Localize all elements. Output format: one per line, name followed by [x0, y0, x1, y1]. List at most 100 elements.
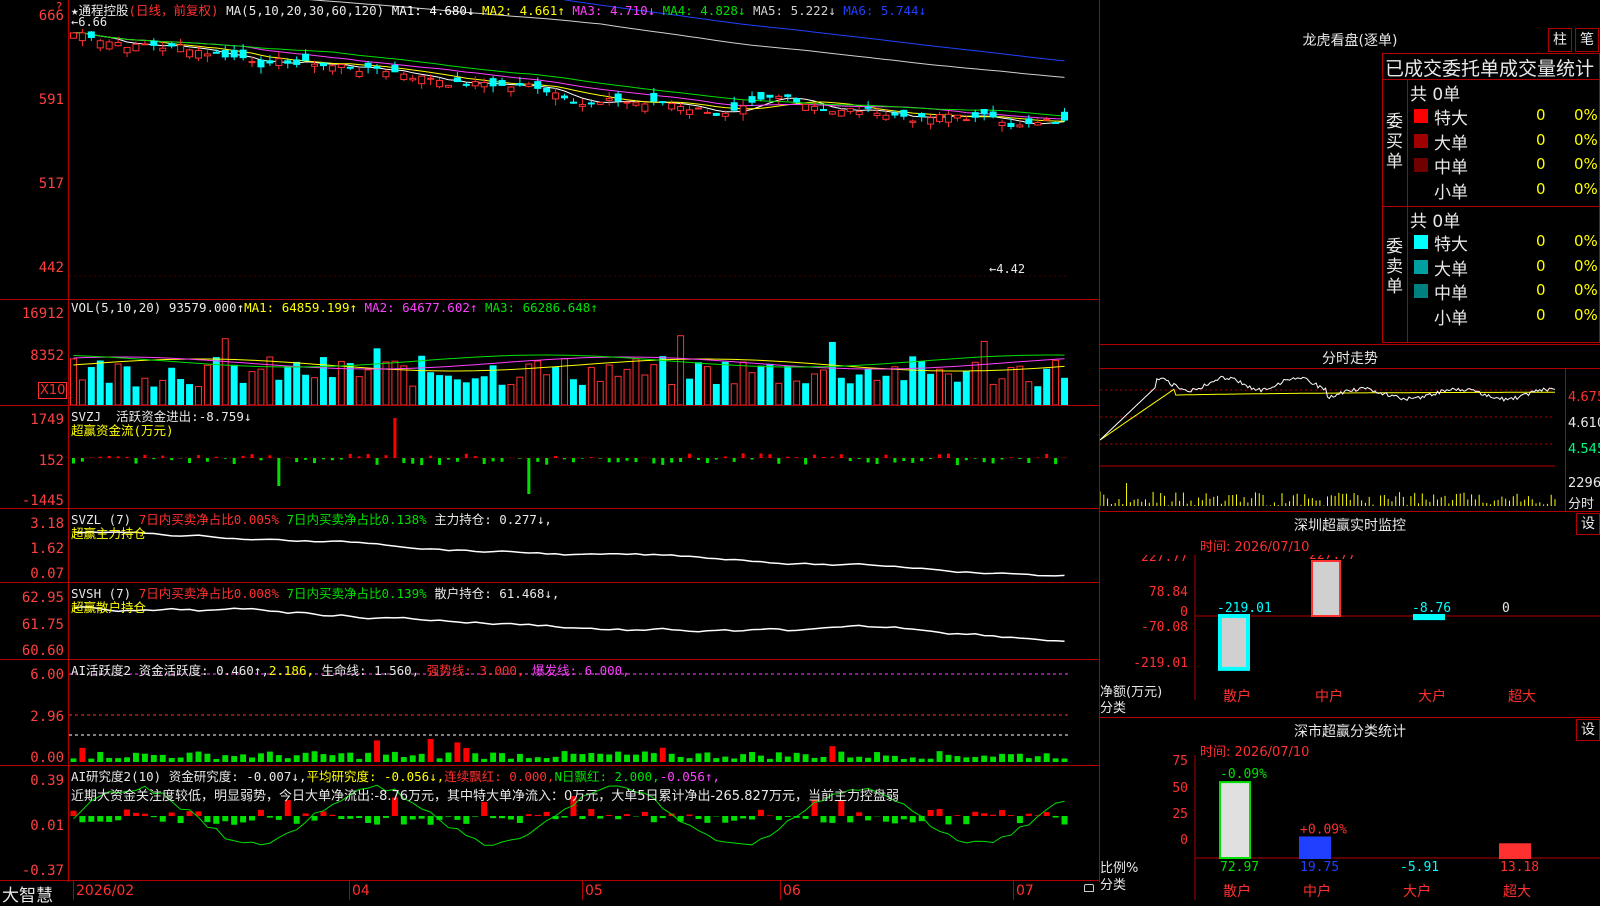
svzl-t1: 7日内买卖净占比0.005% [139, 512, 279, 527]
svsh-t1: 7日内买卖净占比0.008% [139, 586, 279, 601]
candle-body [1053, 122, 1059, 123]
research-bar [749, 816, 755, 819]
volume-bar [892, 367, 898, 405]
class-bar-value: 72.97 [1220, 860, 1259, 875]
activity-bar [303, 753, 309, 762]
flow-bar [706, 458, 709, 463]
flow-bar [126, 457, 129, 458]
flow-bar [947, 454, 950, 458]
candle-body [990, 112, 996, 117]
activity-bar [178, 758, 184, 762]
research-bar [615, 816, 621, 819]
volume-bar [642, 375, 648, 405]
candle-body [1062, 112, 1068, 120]
svzl-panel[interactable]: SVZL (7) 7日内买卖净占比0.005% 7日内买卖净占比0.138% 主… [69, 509, 1099, 582]
volume-bar [981, 341, 987, 405]
activity-bar [454, 742, 460, 762]
monitor-category: 中户 [1315, 688, 1343, 705]
research-bar [312, 816, 318, 821]
flow-bar [206, 458, 209, 462]
candle-body [695, 108, 701, 109]
flow-bar [358, 456, 361, 458]
order-pct: 0% [1574, 131, 1598, 149]
svzj-ytick: 152 [0, 453, 64, 469]
activity-bar [1044, 753, 1050, 762]
kline-panel[interactable]: ★通程控股(日线，前复权) MA(5,10,20,30,60,120) MA1:… [69, 0, 1099, 299]
svzl-t2: 7日内买卖净占比0.138% [286, 512, 426, 527]
candle-body [169, 44, 175, 46]
svzl-t3: 主力持仓: 0.277↓, [434, 512, 552, 527]
tick-mode-button[interactable]: 笔 [1575, 28, 1599, 52]
candle-body [356, 71, 362, 76]
order-pct: 0% [1574, 106, 1598, 124]
xaxis-label: 04 [352, 883, 370, 899]
svsh-panel[interactable]: SVSH (7) 7日内买卖净占比0.008% 7日内买卖净占比0.139% 散… [69, 583, 1099, 659]
activity-bar [356, 759, 362, 762]
volume-bar [838, 378, 844, 405]
activity-bar [142, 754, 148, 762]
candle-body [258, 60, 264, 67]
candle-body [1017, 125, 1023, 127]
bar-mode-button[interactable]: 柱 [1548, 28, 1572, 52]
svzj-value: -8.759↓ [199, 409, 252, 424]
order-pct: 0% [1574, 232, 1598, 250]
candle-body [883, 115, 889, 119]
candle-body [597, 102, 603, 104]
intraday-svg[interactable] [1100, 370, 1566, 510]
research-bar [740, 816, 746, 819]
volume-bar [651, 365, 657, 405]
flow-bar [117, 456, 120, 458]
activity-bar [383, 755, 389, 762]
candle-body [865, 107, 871, 108]
candle-body [151, 41, 157, 45]
flow-bar [438, 458, 441, 465]
ai2-t2: 平均研究度: -0.056↓, [306, 769, 444, 784]
activity-bar [526, 758, 532, 762]
activity-bar [97, 752, 103, 762]
kline-ytick: 666 [0, 8, 64, 24]
volume-bar [803, 384, 809, 405]
ai2-panel[interactable]: AI研究度2(10) 资金研究度: -0.007↓,平均研究度: -0.056↓… [69, 766, 1099, 880]
intraday-vol-tick: 2296 [1568, 476, 1600, 491]
ma-line [74, 33, 1065, 116]
flow-bar [99, 457, 102, 458]
volume-bar [71, 359, 77, 405]
ai1-label: AI活跃度2 [71, 663, 131, 678]
activity-bar [669, 754, 675, 762]
svzl-ytick: 3.18 [0, 516, 64, 532]
volume-bar [669, 384, 675, 405]
ai1-panel[interactable]: AI活跃度2 资金活跃度: 0.460↑,2.186, 生命线: 1.560, … [69, 660, 1099, 765]
flow-bar [617, 458, 620, 462]
flow-bar [858, 458, 861, 459]
flow-bar [331, 458, 334, 460]
activity-bar [696, 753, 702, 762]
lock-icon[interactable] [1084, 884, 1094, 892]
research-bar [517, 816, 523, 823]
candle-body [651, 93, 657, 101]
flow-bar [929, 458, 932, 459]
flow-bar [777, 458, 780, 464]
volume-bar [481, 377, 487, 405]
sell-side-label: 委卖单 [1386, 237, 1404, 297]
svzj-panel[interactable]: SVZJ 活跃资金进出:-8.759↓ 超赢资金流(万元) [69, 406, 1099, 508]
kline-mode[interactable]: (日线，前复权) [129, 3, 219, 18]
activity-bar [562, 751, 568, 762]
flow-bar [822, 457, 825, 458]
monitor-bar-value: -8.76 [1412, 601, 1451, 616]
volume-bar [794, 381, 800, 405]
ma-item: MA3: 66286.648↑ [477, 300, 597, 315]
volume-bar [526, 364, 532, 405]
research-bar [562, 816, 568, 818]
volume-panel[interactable]: VOL(5,10,20) 93579.000↑MA1: 64859.199↑ M… [69, 300, 1099, 405]
activity-bar [776, 752, 782, 762]
candle-body [365, 63, 371, 67]
research-bar [374, 816, 380, 825]
candle-body [901, 110, 907, 116]
volume-bar [946, 374, 952, 405]
monitor-settings-button[interactable]: 设 [1576, 513, 1600, 535]
volume-bar [606, 365, 612, 405]
flow-bar [893, 458, 896, 463]
monitor-ytick: 78.84 [1149, 585, 1188, 600]
volume-bar [446, 376, 452, 405]
class-settings-button[interactable]: 设 [1576, 719, 1600, 741]
